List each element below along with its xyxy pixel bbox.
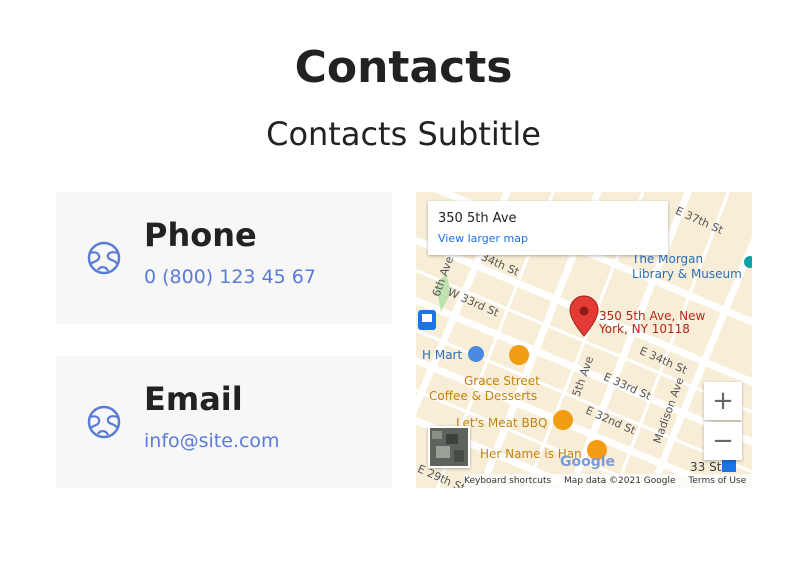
globe-icon bbox=[87, 241, 121, 275]
zoom-out-button[interactable]: − bbox=[704, 422, 742, 460]
globe-icon bbox=[87, 405, 121, 439]
poi-label[interactable]: Coffee & Desserts bbox=[429, 389, 537, 403]
map-info-card: 350 5th Ave View larger map bbox=[428, 201, 668, 255]
page-title: Contacts bbox=[294, 42, 513, 93]
poi-label[interactable]: Grace Street bbox=[464, 374, 540, 388]
contact-card-phone: Phone 0 (800) 123 45 67 bbox=[56, 192, 392, 324]
page-subtitle: Contacts Subtitle bbox=[266, 115, 541, 153]
embedded-map[interactable]: E 37th St 34th St W 33rd St 6th Ave 5th … bbox=[416, 192, 752, 488]
satellite-thumbnail-icon bbox=[430, 428, 468, 466]
poi-label[interactable]: Library & Museum bbox=[632, 267, 742, 281]
map-pin-label[interactable]: 350 5th Ave, New York, NY 10118 bbox=[599, 310, 705, 336]
map-data-text: Map data ©2021 Google bbox=[564, 476, 676, 486]
phone-link[interactable]: 0 (800) 123 45 67 bbox=[144, 266, 316, 288]
view-larger-map-link[interactable]: View larger map bbox=[438, 232, 528, 245]
contact-card-email: Email info@site.com bbox=[56, 356, 392, 488]
email-link[interactable]: info@site.com bbox=[144, 430, 280, 452]
map-footer: Keyboard shortcuts Map data ©2021 Google… bbox=[464, 474, 752, 488]
contact-label: Email bbox=[144, 380, 243, 418]
street-label: 33 St bbox=[690, 460, 722, 474]
google-logo: Google bbox=[560, 454, 616, 470]
satellite-toggle[interactable] bbox=[428, 426, 470, 468]
poi-label[interactable]: H Mart bbox=[422, 348, 462, 362]
contact-label: Phone bbox=[144, 216, 257, 254]
map-address: 350 5th Ave bbox=[438, 211, 517, 226]
terms-link[interactable]: Terms of Use bbox=[688, 476, 746, 486]
pin-label-line: York, NY 10118 bbox=[599, 322, 690, 336]
zoom-in-button[interactable]: + bbox=[704, 382, 742, 420]
keyboard-shortcuts-link[interactable]: Keyboard shortcuts bbox=[464, 476, 551, 486]
